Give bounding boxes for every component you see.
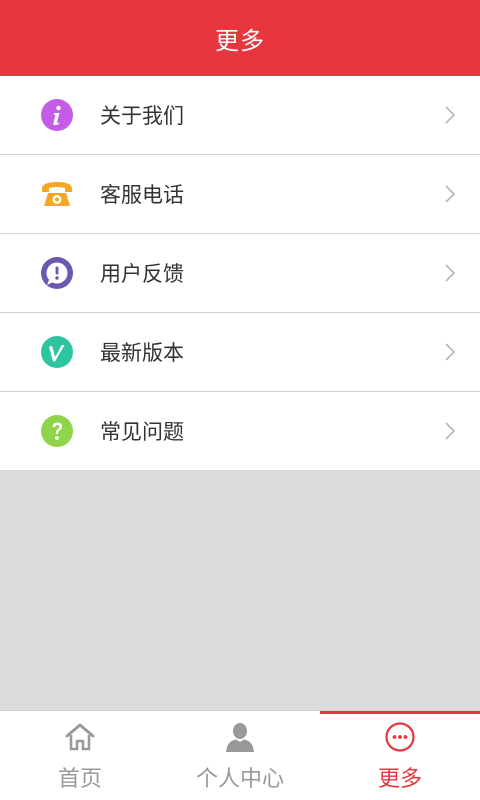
menu-item-faq[interactable]: 常见问题 [0, 392, 480, 471]
menu-label-latest-version: 最新版本 [100, 341, 184, 365]
tab-label-personal-center: 个人中心 [195, 767, 284, 792]
top-bar: 更多 [0, 0, 480, 76]
tab-label-home: 首页 [57, 767, 102, 792]
more-icon [385, 722, 415, 752]
chevron-right-icon [445, 343, 456, 361]
menu-item-customer-phone[interactable]: 客服电话 [0, 155, 480, 234]
bottom-tab-bar: 首页 个人中心 更多 [0, 710, 480, 800]
person-icon [226, 723, 254, 752]
tab-label-more: 更多 [377, 767, 422, 792]
info-icon [41, 99, 73, 131]
menu-item-latest-version[interactable]: 最新版本 [0, 313, 480, 392]
tab-home[interactable]: 首页 [0, 711, 160, 800]
chevron-right-icon [445, 185, 456, 203]
menu-list: 关于我们 客服电话 用户反馈 最新版本 常见问题 [0, 76, 480, 471]
page-title: 更多 [215, 26, 265, 55]
menu-label-about-us: 关于我们 [100, 104, 184, 128]
menu-item-user-feedback[interactable]: 用户反馈 [0, 234, 480, 313]
telephone-icon [42, 182, 72, 206]
question-icon [41, 415, 73, 447]
menu-label-customer-phone: 客服电话 [100, 183, 184, 207]
version-icon [41, 336, 73, 368]
menu-label-user-feedback: 用户反馈 [100, 262, 184, 286]
menu-label-faq: 常见问题 [100, 420, 184, 444]
home-icon [65, 723, 95, 751]
tab-personal-center[interactable]: 个人中心 [160, 711, 320, 800]
feedback-icon [41, 257, 73, 289]
menu-item-about-us[interactable]: 关于我们 [0, 76, 480, 155]
chevron-right-icon [445, 264, 456, 282]
chevron-right-icon [445, 422, 456, 440]
chevron-right-icon [445, 106, 456, 124]
tab-more[interactable]: 更多 [320, 711, 480, 800]
